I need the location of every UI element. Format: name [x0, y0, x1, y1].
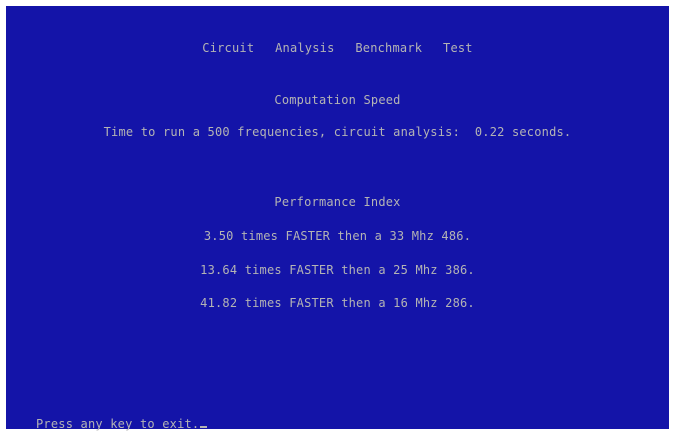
computation-time-result: Time to run a 500 frequencies, circuit a…	[103, 125, 572, 139]
performance-line-486: 3.50 times FASTER then a 33 Mhz 486.	[203, 229, 472, 243]
benchmark-title: Circuit Analysis Benchmark Test	[202, 41, 473, 55]
performance-line-286: 41.82 times FASTER then a 16 Mhz 286.	[200, 296, 475, 310]
computation-speed-heading: Computation Speed	[274, 93, 401, 107]
text-cursor	[200, 426, 208, 428]
dos-screen[interactable]: Circuit Analysis Benchmark Test Computat…	[6, 6, 669, 431]
performance-index-heading: Performance Index	[274, 195, 401, 209]
performance-line-386: 13.64 times FASTER then a 25 Mhz 386.	[200, 263, 475, 277]
